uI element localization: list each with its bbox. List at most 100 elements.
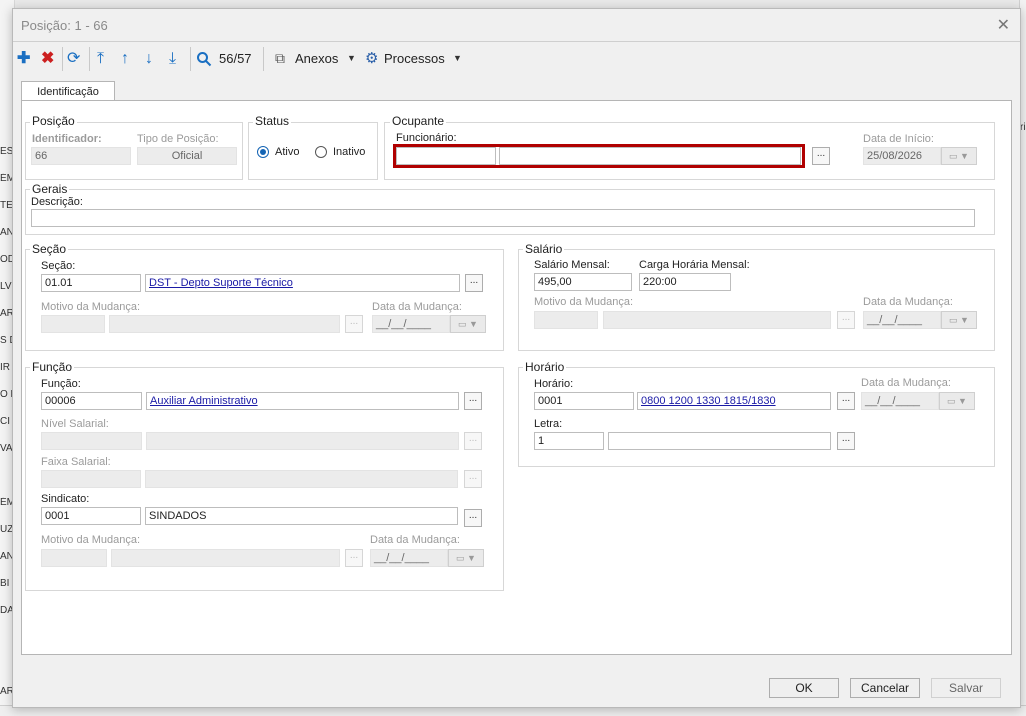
background-fragment: O E bbox=[0, 389, 12, 400]
secao-lookup-button[interactable]: ... bbox=[465, 274, 483, 292]
secao-motivo-name-field bbox=[109, 315, 340, 333]
calendar-dropdown-icon: ▭ ▼ bbox=[450, 315, 486, 333]
letra-lookup-button[interactable]: ... bbox=[837, 432, 855, 450]
arrow-down-icon[interactable]: ↓ bbox=[145, 50, 153, 68]
funcao-motivo-code-field bbox=[41, 549, 107, 567]
tipo-posicao-label: Tipo de Posição: bbox=[137, 133, 219, 145]
group-title-posicao: Posição bbox=[30, 114, 77, 128]
position-dialog: Posição: 1 - 66 ✕ ✚ ✖ ⟳ ⤒ ↑ ↓ ⤓ 56/57 ⧉ … bbox=[12, 8, 1021, 708]
background-fragment: AN bbox=[0, 551, 12, 562]
letra-label: Letra: bbox=[534, 418, 563, 430]
funcao-motivo-lookup-button: ... bbox=[345, 549, 363, 567]
funcao-name-field[interactable]: Auxiliar Administrativo bbox=[146, 392, 459, 410]
letra-name-field[interactable] bbox=[608, 432, 831, 450]
funcao-data-mudanca-label: Data da Mudança: bbox=[370, 534, 460, 546]
background-fragment: CI bbox=[0, 416, 10, 427]
group-title-salario: Salário bbox=[523, 242, 565, 256]
secao-motivo-code-field bbox=[41, 315, 105, 333]
data-inicio-label: Data de Início: bbox=[863, 133, 934, 145]
faixa-salarial-lookup-button: ... bbox=[464, 470, 482, 488]
salario-data-mudanca-field: __/__/____ bbox=[863, 311, 941, 329]
horario-name-field[interactable]: 0800 1200 1330 1815/1830 bbox=[637, 392, 831, 410]
background-fragment: TES bbox=[0, 200, 12, 211]
ok-button[interactable]: OK bbox=[769, 678, 839, 698]
sindicato-label: Sindicato: bbox=[41, 493, 90, 505]
sindicato-name-field[interactable]: SINDADOS bbox=[145, 507, 458, 525]
calendar-dropdown-icon: ▭ ▼ bbox=[448, 549, 484, 567]
faixa-salarial-label: Faixa Salarial: bbox=[41, 456, 111, 468]
secao-code-field[interactable]: 01.01 bbox=[41, 274, 141, 292]
sindicato-code-field[interactable]: 0001 bbox=[41, 507, 141, 525]
salario-mensal-field[interactable]: 495,00 bbox=[534, 273, 632, 291]
chevron-down-icon[interactable]: ▼ bbox=[453, 53, 462, 63]
plus-icon[interactable]: ✚ bbox=[17, 50, 30, 68]
funcao-data-mudanca-field: __/__/____ bbox=[370, 549, 448, 567]
radio-ativo[interactable] bbox=[257, 146, 269, 158]
nivel-salarial-code-field bbox=[41, 432, 142, 450]
funcao-motivo-name-field bbox=[111, 549, 340, 567]
nivel-salarial-name-field bbox=[146, 432, 459, 450]
tab-identificacao[interactable]: Identificação bbox=[21, 81, 115, 102]
secao-name-field[interactable]: DST - Depto Suporte Técnico bbox=[145, 274, 460, 292]
close-button[interactable]: ✕ bbox=[997, 15, 1010, 35]
paperclip-icon[interactable]: ⧉ bbox=[275, 50, 285, 67]
background-fragment: IR bbox=[0, 362, 10, 373]
funcao-lookup-button[interactable]: ... bbox=[464, 392, 482, 410]
horario-lookup-button[interactable]: ... bbox=[837, 392, 855, 410]
chevron-down-icon[interactable]: ▼ bbox=[347, 53, 356, 63]
faixa-salarial-name-field bbox=[145, 470, 458, 488]
funcao-label: Função: bbox=[41, 378, 81, 390]
funcionario-lookup-button[interactable]: ... bbox=[812, 147, 830, 165]
salario-motivo-label: Motivo da Mudança: bbox=[534, 296, 634, 308]
refresh-icon[interactable]: ⟳ bbox=[67, 50, 80, 68]
radio-inativo[interactable] bbox=[315, 146, 327, 158]
arrow-up-bar-icon[interactable]: ⤒ bbox=[97, 50, 104, 68]
dialog-title: Posição: 1 - 66 bbox=[21, 18, 108, 33]
arrow-down-bar-icon[interactable]: ⤓ bbox=[169, 50, 176, 68]
group-title-gerais: Gerais bbox=[30, 182, 70, 196]
funcao-code-field[interactable]: 00006 bbox=[41, 392, 142, 410]
group-title-secao: Seção bbox=[30, 242, 69, 256]
sindicato-lookup-button[interactable]: ... bbox=[464, 509, 482, 527]
salario-data-mudanca-label: Data da Mudança: bbox=[863, 296, 953, 308]
salario-motivo-lookup-button: ... bbox=[837, 311, 855, 329]
identificador-label: Identificador: bbox=[32, 133, 102, 145]
horario-label: Horário: bbox=[534, 378, 574, 390]
faixa-salarial-code-field bbox=[41, 470, 141, 488]
background-fragment: DA bbox=[0, 605, 12, 616]
toolbar-separator bbox=[190, 47, 191, 71]
x-icon[interactable]: ✖ bbox=[41, 50, 54, 68]
inativo-label: Inativo bbox=[333, 146, 366, 158]
background-fragment: ÉM bbox=[0, 173, 12, 184]
background-fragment: ARI bbox=[0, 308, 12, 319]
nivel-salarial-label: Nível Salarial: bbox=[41, 418, 109, 430]
salario-motivo-code-field bbox=[534, 311, 598, 329]
attachments-menu[interactable]: Anexos bbox=[295, 51, 338, 66]
background-fragment: VA bbox=[0, 443, 12, 454]
carga-horaria-field[interactable]: 220:00 bbox=[639, 273, 731, 291]
background-fragment: ÉM bbox=[0, 497, 12, 508]
letra-code-field[interactable]: 1 bbox=[534, 432, 604, 450]
identificacao-panel: Posição Identificador: 66 Tipo de Posiçã… bbox=[21, 100, 1012, 655]
secao-label: Seção: bbox=[41, 260, 76, 272]
gear-icon[interactable]: ⚙ bbox=[365, 49, 378, 67]
cancel-button[interactable]: Cancelar bbox=[850, 678, 920, 698]
toolbar-separator bbox=[62, 47, 63, 71]
horario-code-field[interactable]: 0001 bbox=[534, 392, 634, 410]
group-title-ocupante: Ocupante bbox=[390, 114, 447, 128]
descricao-field[interactable] bbox=[31, 209, 975, 227]
secao-data-mudanca-label: Data da Mudança: bbox=[372, 301, 462, 313]
nivel-salarial-lookup-button: ... bbox=[464, 432, 482, 450]
group-secao bbox=[25, 249, 504, 351]
arrow-up-icon[interactable]: ↑ bbox=[121, 50, 129, 68]
group-title-status: Status bbox=[253, 114, 292, 128]
processes-menu[interactable]: Processos bbox=[384, 51, 445, 66]
background-fragment: BI bbox=[0, 578, 10, 589]
background-fragment: LV bbox=[0, 281, 12, 292]
toolbar-separator bbox=[89, 47, 90, 71]
calendar-dropdown-icon: ▭ ▼ bbox=[941, 147, 977, 165]
ativo-label: Ativo bbox=[275, 146, 300, 158]
search-icon[interactable] bbox=[196, 51, 212, 67]
background-fragment: OD bbox=[0, 254, 12, 265]
save-button[interactable]: Salvar bbox=[931, 678, 1001, 698]
